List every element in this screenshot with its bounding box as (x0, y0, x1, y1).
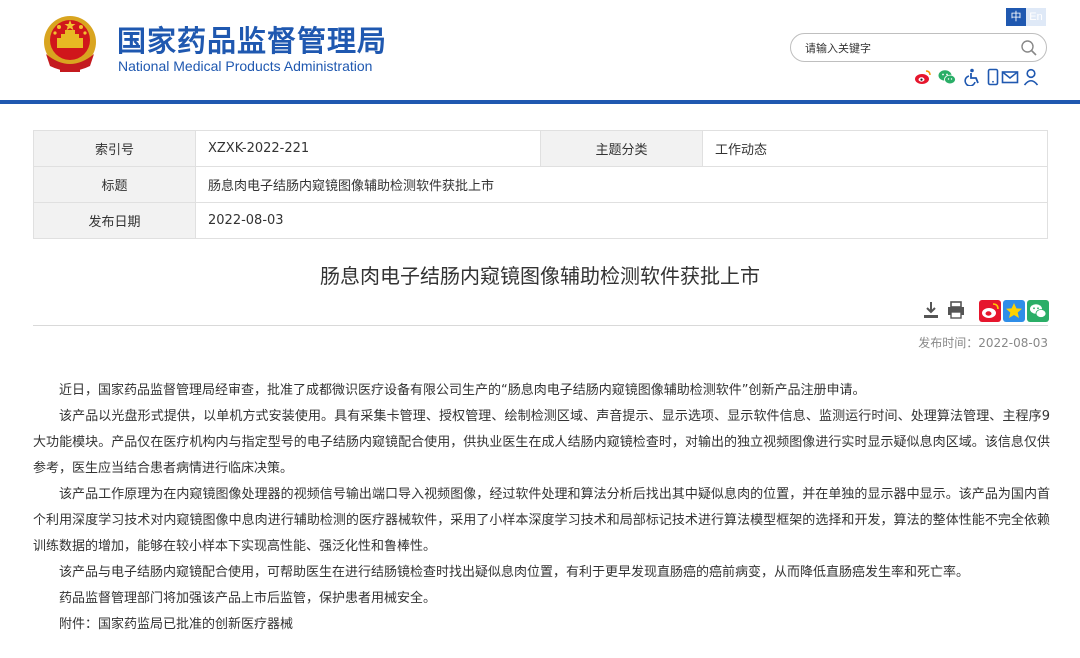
article-paragraph: 该产品与电子结肠内窥镜配合使用，可帮助医生在进行结肠镜检查时找出疑似息肉位置，有… (59, 565, 970, 580)
article-paragraph: 近日，国家药品监督管理局经审查，批准了成都微识医疗设备有限公司生产的“肠息肉电子… (59, 383, 866, 398)
accessibility-icon[interactable] (964, 68, 982, 87)
title-value: 肠息肉电子结肠内窥镜图像辅助检测软件获批上市 (195, 166, 1048, 203)
header-divider (0, 100, 1080, 104)
site-header: 国家药品监督管理局 National Medical Products Admi… (0, 0, 1080, 100)
user-icon[interactable] (1022, 68, 1040, 86)
table-row: 标题 肠息肉电子结肠内窥镜图像辅助检测软件获批上市 (33, 166, 1048, 203)
share-wechat-icon[interactable] (1027, 300, 1049, 326)
site-title-en[interactable]: National Medical Products Administration (118, 58, 372, 74)
mail-icon[interactable] (1001, 68, 1019, 86)
article-meta-table: 索引号 XZXK-2022-221 主题分类 工作动态 标题 肠息肉电子结肠内窥… (33, 130, 1048, 239)
date-label: 发布日期 (33, 202, 196, 239)
index-label: 索引号 (33, 130, 196, 167)
lang-en-button[interactable]: En (1026, 8, 1046, 26)
title-label: 标题 (33, 166, 196, 203)
national-emblem-icon (44, 16, 96, 72)
mobile-icon[interactable] (984, 68, 1002, 86)
share-qzone-icon[interactable] (1003, 300, 1025, 326)
download-icon[interactable] (922, 300, 940, 324)
wechat-icon[interactable] (938, 68, 956, 86)
share-weibo-icon[interactable] (979, 300, 1001, 326)
article-paragraph: 该产品以光盘形式提供，以单机方式安装使用。具有采集卡管理、授权管理、绘制检测区域… (33, 409, 1050, 476)
attachment-link[interactable]: 附件：国家药监局已批准的创新医疗器械 (33, 612, 1050, 638)
article-content: 近日，国家药品监督管理局经审查，批准了成都微识医疗设备有限公司生产的“肠息肉电子… (33, 378, 1050, 638)
search-box (790, 33, 1047, 62)
site-title-cn[interactable]: 国家药品监督管理局 (117, 18, 387, 60)
title-divider (33, 325, 1048, 326)
category-label: 主题分类 (540, 130, 703, 167)
index-value: XZXK-2022-221 (195, 130, 541, 167)
article-paragraph: 该产品工作原理为在内窥镜图像处理器的视频信号输出端口导入视频图像，经过软件处理和… (33, 487, 1050, 554)
lang-cn-button[interactable]: 中 (1006, 8, 1026, 26)
publish-time: 发布时间：2022-08-03 (918, 336, 1048, 350)
article-title: 肠息肉电子结肠内窥镜图像辅助检测软件获批上市 (320, 264, 760, 288)
search-input[interactable] (805, 38, 1015, 58)
print-icon[interactable] (947, 300, 965, 324)
weibo-icon[interactable] (914, 68, 932, 86)
article-paragraph: 药品监督管理部门将加强该产品上市后监管，保护患者用械安全。 (59, 591, 437, 606)
table-row: 索引号 XZXK-2022-221 主题分类 工作动态 (33, 130, 1048, 167)
table-row: 发布日期 2022-08-03 (33, 202, 1048, 239)
date-value: 2022-08-03 (195, 202, 1048, 239)
search-icon[interactable] (1020, 39, 1038, 57)
category-value: 工作动态 (702, 130, 1048, 167)
